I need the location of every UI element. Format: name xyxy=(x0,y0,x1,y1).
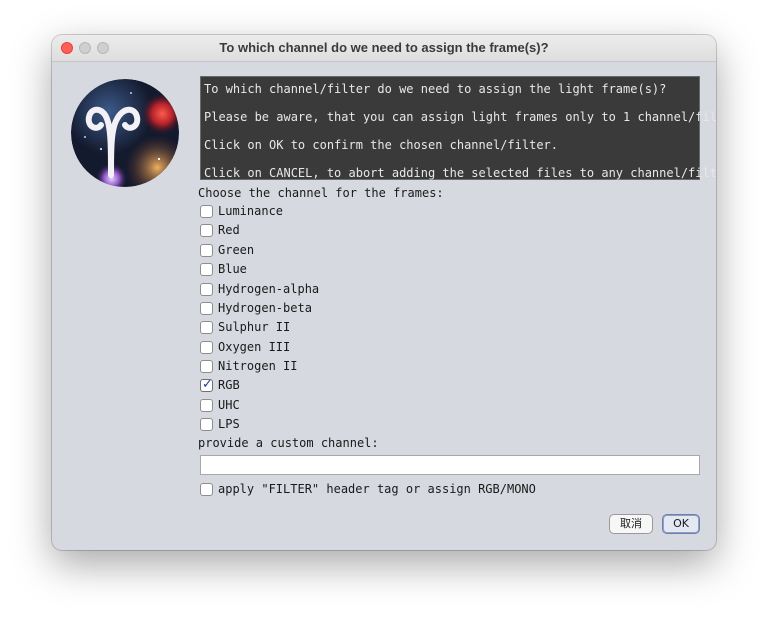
dialog-window: To which channel do we need to assign th… xyxy=(52,35,716,550)
channel-option-label: Nitrogen II xyxy=(218,359,298,373)
aries-nebula-logo-icon xyxy=(71,79,179,187)
checkbox[interactable] xyxy=(200,224,213,237)
checkbox[interactable] xyxy=(200,263,213,276)
channel-option-label: Oxygen III xyxy=(218,340,291,354)
message-line-warning: Please be aware, that you can assign lig… xyxy=(204,110,716,124)
checkbox[interactable] xyxy=(200,205,213,218)
channel-option-label: LPS xyxy=(218,417,240,431)
channel-option-label: Red xyxy=(218,223,240,237)
channel-option-label: Luminance xyxy=(218,204,284,218)
checkbox[interactable] xyxy=(200,302,213,315)
title-bar: To which channel do we need to assign th… xyxy=(52,35,716,62)
channel-option-label: Green xyxy=(218,243,255,257)
channel-prompt-label: Choose the channel for the frames: xyxy=(198,186,444,200)
checkbox[interactable] xyxy=(200,418,213,431)
channel-option-label: RGB xyxy=(218,378,240,392)
channel-option-label: Blue xyxy=(218,262,247,276)
checkbox[interactable] xyxy=(200,283,213,296)
ok-button[interactable]: OK xyxy=(662,514,700,534)
checkbox[interactable] xyxy=(200,399,213,412)
message-line-cancel-hint: Click on CANCEL, to abort adding the sel… xyxy=(204,166,716,180)
custom-channel-input[interactable] xyxy=(200,455,700,475)
channel-option-label: Hydrogen-beta xyxy=(218,301,312,315)
checkbox-checked[interactable]: ✓ xyxy=(200,377,213,392)
window-title: To which channel do we need to assign th… xyxy=(219,40,549,55)
channel-option-label: Sulphur II xyxy=(218,320,291,334)
channel-option-label: Hydrogen-alpha xyxy=(218,282,320,296)
checkbox[interactable] xyxy=(200,321,213,334)
custom-channel-label: provide a custom channel: xyxy=(198,436,379,450)
message-line-question: To which channel/filter do we need to as… xyxy=(204,82,667,96)
apply-filter-label: apply "FILTER" header tag or assign RGB/… xyxy=(218,482,536,496)
message-panel: To which channel/filter do we need to as… xyxy=(200,76,716,180)
checkbox[interactable] xyxy=(200,360,213,373)
checkbox[interactable] xyxy=(200,483,213,496)
channel-option-label: UHC xyxy=(218,398,240,412)
cancel-button[interactable]: 取消 xyxy=(609,514,653,534)
message-line-ok-hint: Click on OK to confirm the chosen channe… xyxy=(204,138,559,152)
checkbox[interactable] xyxy=(200,244,213,257)
checkbox[interactable] xyxy=(200,341,213,354)
checkmark-icon: ✓ xyxy=(202,377,213,392)
